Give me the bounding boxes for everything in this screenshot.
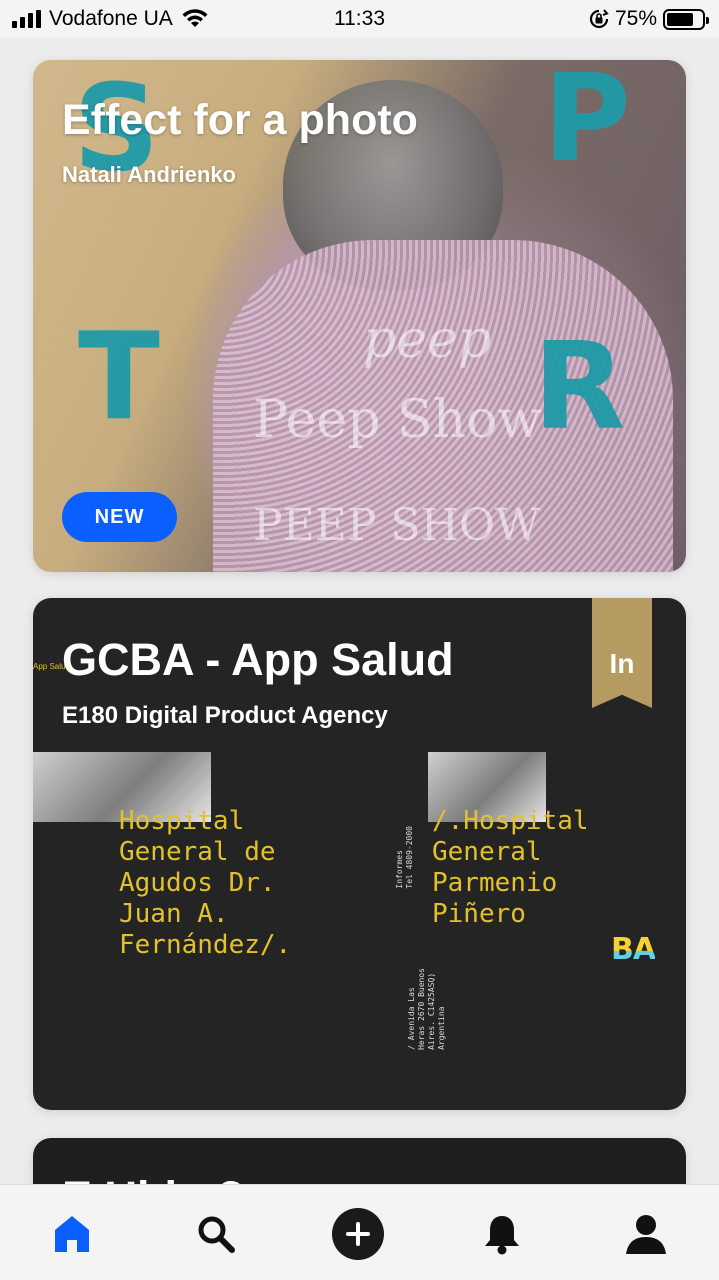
decor-text-peep-show: Peep Show <box>253 390 542 450</box>
decor-letter-r: R <box>533 318 626 457</box>
add-icon <box>332 1208 384 1260</box>
home-icon <box>55 1216 89 1252</box>
tab-add[interactable] <box>328 1208 388 1260</box>
tab-profile[interactable] <box>616 1209 676 1259</box>
ba-logo: BA <box>611 932 656 967</box>
decor-letter-p: P <box>543 60 631 189</box>
notifications-icon <box>485 1216 519 1255</box>
decor-text-peep-show-caps: PEEP SHOW <box>253 500 541 551</box>
info-phone-text: Informes Tel 4809-2000 <box>395 826 414 889</box>
new-badge: NEW <box>62 492 177 542</box>
ribbon-label: In <box>609 648 635 679</box>
card-title: GCBA - App Salud <box>62 634 454 685</box>
status-bar: Vodafone UA 11:33 75% <box>0 0 719 38</box>
app-screen: Vodafone UA 11:33 75% S P T R Peep Show … <box>0 0 719 1280</box>
card-title: Effect for a photo <box>62 96 418 144</box>
info-address-text: / Avenida Las Heras 2670 Buenos Aires. C… <box>407 968 446 1050</box>
card-author[interactable]: E180 Digital Product Agency <box>62 702 388 730</box>
card-author[interactable]: Natali Andrienko <box>62 162 236 188</box>
project-card-effect-photo[interactable]: S P T R Peep Show peep PEEP SHOW Effect … <box>33 60 686 572</box>
tab-search[interactable] <box>186 1209 246 1259</box>
profile-icon <box>626 1215 666 1254</box>
rotation-lock-icon <box>589 9 609 29</box>
search-icon <box>198 1216 235 1253</box>
tab-home[interactable] <box>42 1209 102 1259</box>
hospital-left-text: Hospital General de Agudos Dr. Juan A. F… <box>119 806 292 960</box>
project-card-gcba-app-salud[interactable]: App Salud GCBA - App Salud E180 Digital … <box>33 598 686 1110</box>
featured-ribbon: In <box>592 598 652 708</box>
bottom-tab-bar <box>0 1184 719 1280</box>
battery-percent: 75% <box>614 7 657 30</box>
hospital-right-text: /.Hospital General Parmenio Piñero <box>432 806 589 929</box>
tab-notifications[interactable] <box>472 1209 532 1259</box>
battery-fill <box>667 12 693 26</box>
decor-letter-t: T <box>78 308 160 447</box>
battery-icon <box>663 8 709 30</box>
decor-text-peep: peep <box>363 310 492 370</box>
